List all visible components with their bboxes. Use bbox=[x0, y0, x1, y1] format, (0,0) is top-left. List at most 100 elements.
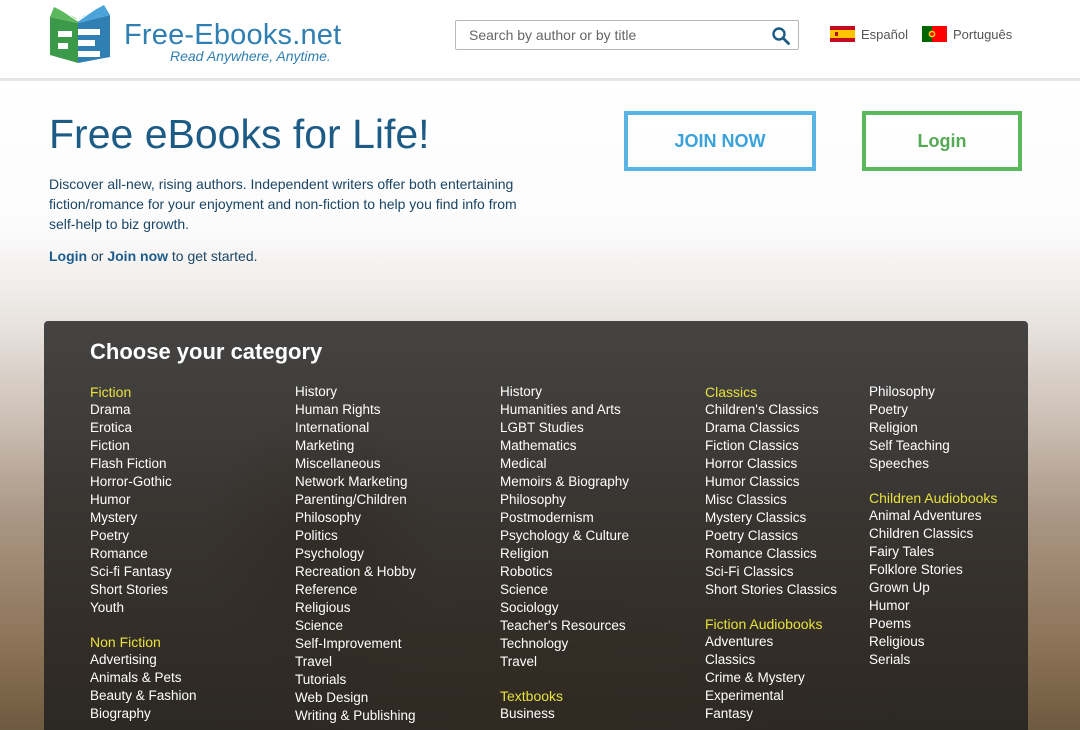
category-link[interactable]: Horror Classics bbox=[705, 455, 837, 473]
category-link[interactable]: Romance Classics bbox=[705, 545, 837, 563]
category-link[interactable]: Fairy Tales bbox=[869, 543, 997, 561]
category-link[interactable]: International bbox=[295, 419, 416, 437]
category-link[interactable]: Children Classics bbox=[869, 525, 997, 543]
category-link[interactable]: Poetry bbox=[90, 527, 197, 545]
category-link[interactable]: History bbox=[295, 383, 416, 401]
category-link[interactable]: Travel bbox=[295, 653, 416, 671]
language-portuguese-link[interactable]: Português bbox=[922, 26, 1012, 42]
category-panel-title: Choose your category bbox=[90, 339, 323, 364]
category-link[interactable]: History bbox=[500, 383, 629, 401]
category-link[interactable]: Religion bbox=[500, 545, 629, 563]
category-link[interactable]: Youth bbox=[90, 599, 197, 617]
category-link[interactable]: Children's Classics bbox=[705, 401, 837, 419]
category-link[interactable]: Biography bbox=[90, 705, 197, 723]
category-link[interactable]: Teacher's Resources bbox=[500, 617, 629, 635]
category-link[interactable]: Religious bbox=[869, 633, 997, 651]
category-link[interactable]: LGBT Studies bbox=[500, 419, 629, 437]
category-link[interactable]: Crime & Mystery bbox=[705, 669, 837, 687]
category-link[interactable]: Tutorials bbox=[295, 671, 416, 689]
category-link[interactable]: Adventures bbox=[705, 633, 837, 651]
category-link[interactable]: Psychology bbox=[295, 545, 416, 563]
category-group-heading[interactable]: Non Fiction bbox=[90, 633, 197, 651]
category-group-heading[interactable]: Children Audiobooks bbox=[869, 489, 997, 507]
site-header: Free-Ebooks.net Read Anywhere, Anytime. … bbox=[0, 0, 1080, 81]
category-link[interactable]: Mathematics bbox=[500, 437, 629, 455]
category-link[interactable]: Medical bbox=[500, 455, 629, 473]
category-link[interactable]: Animals & Pets bbox=[90, 669, 197, 687]
category-link[interactable]: Memoirs & Biography bbox=[500, 473, 629, 491]
search-icon[interactable] bbox=[772, 27, 790, 45]
category-link[interactable]: Misc Classics bbox=[705, 491, 837, 509]
category-link[interactable]: Horror-Gothic bbox=[90, 473, 197, 491]
category-link[interactable]: Fiction Classics bbox=[705, 437, 837, 455]
category-link[interactable]: Sci-fi Fantasy bbox=[90, 563, 197, 581]
category-link[interactable]: Humanities and Arts bbox=[500, 401, 629, 419]
category-link[interactable]: Web Design bbox=[295, 689, 416, 707]
category-group-heading[interactable]: Fiction bbox=[90, 383, 197, 401]
category-link[interactable]: Recreation & Hobby bbox=[295, 563, 416, 581]
category-link[interactable]: Fantasy bbox=[705, 705, 837, 723]
category-link[interactable]: Advertising bbox=[90, 651, 197, 669]
category-link[interactable]: Philosophy bbox=[869, 383, 997, 401]
category-link[interactable]: Psychology & Culture bbox=[500, 527, 629, 545]
category-link[interactable]: Miscellaneous bbox=[295, 455, 416, 473]
category-link[interactable]: Postmodernism bbox=[500, 509, 629, 527]
category-link[interactable]: Business bbox=[500, 705, 629, 723]
category-link[interactable]: Technology bbox=[500, 635, 629, 653]
login-button[interactable]: Login bbox=[862, 111, 1022, 171]
category-link[interactable]: Science bbox=[295, 617, 416, 635]
join-now-link[interactable]: Join now bbox=[107, 248, 168, 264]
category-link[interactable]: Robotics bbox=[500, 563, 629, 581]
category-group-heading[interactable]: Textbooks bbox=[500, 687, 629, 705]
logo-tagline: Read Anywhere, Anytime. bbox=[170, 48, 331, 64]
category-link[interactable]: Poetry bbox=[869, 401, 997, 419]
category-group-heading[interactable]: Classics bbox=[705, 383, 837, 401]
language-spanish-link[interactable]: Español bbox=[830, 26, 908, 42]
login-link[interactable]: Login bbox=[49, 248, 87, 264]
search-input[interactable] bbox=[456, 21, 769, 49]
category-link[interactable]: Humor bbox=[90, 491, 197, 509]
join-now-button[interactable]: JOIN NOW bbox=[624, 111, 816, 171]
category-link[interactable]: Drama bbox=[90, 401, 197, 419]
category-link[interactable]: Short Stories Classics bbox=[705, 581, 837, 599]
category-link[interactable]: Marketing bbox=[295, 437, 416, 455]
category-link[interactable]: Grown Up bbox=[869, 579, 997, 597]
site-logo[interactable]: Free-Ebooks.net Read Anywhere, Anytime. bbox=[48, 5, 348, 67]
category-link[interactable]: Romance bbox=[90, 545, 197, 563]
category-link[interactable]: Humor Classics bbox=[705, 473, 837, 491]
category-link[interactable]: Self-Improvement bbox=[295, 635, 416, 653]
category-link[interactable]: Humor bbox=[869, 597, 997, 615]
category-link[interactable]: Flash Fiction bbox=[90, 455, 197, 473]
category-link[interactable]: Mystery Classics bbox=[705, 509, 837, 527]
category-link[interactable]: Beauty & Fashion bbox=[90, 687, 197, 705]
category-link[interactable]: Travel bbox=[500, 653, 629, 671]
category-link[interactable]: Religious bbox=[295, 599, 416, 617]
category-link[interactable]: Fiction bbox=[90, 437, 197, 455]
category-link[interactable]: Reference bbox=[295, 581, 416, 599]
category-link[interactable]: Self Teaching bbox=[869, 437, 997, 455]
category-link[interactable]: Philosophy bbox=[500, 491, 629, 509]
category-link[interactable]: Drama Classics bbox=[705, 419, 837, 437]
category-link[interactable]: Short Stories bbox=[90, 581, 197, 599]
category-link[interactable]: Religion bbox=[869, 419, 997, 437]
category-link[interactable]: Speeches bbox=[869, 455, 997, 473]
category-link[interactable]: Network Marketing bbox=[295, 473, 416, 491]
category-link[interactable]: Writing & Publishing bbox=[295, 707, 416, 725]
category-link[interactable]: Politics bbox=[295, 527, 416, 545]
category-link[interactable]: Mystery bbox=[90, 509, 197, 527]
category-link[interactable]: Classics bbox=[705, 651, 837, 669]
category-link[interactable]: Science bbox=[500, 581, 629, 599]
category-link[interactable]: Serials bbox=[869, 651, 997, 669]
category-link[interactable]: Poetry Classics bbox=[705, 527, 837, 545]
category-link[interactable]: Parenting/Children bbox=[295, 491, 416, 509]
category-group-heading[interactable]: Fiction Audiobooks bbox=[705, 615, 837, 633]
category-link[interactable]: Sci-Fi Classics bbox=[705, 563, 837, 581]
category-link[interactable]: Experimental bbox=[705, 687, 837, 705]
category-link[interactable]: Sociology bbox=[500, 599, 629, 617]
category-link[interactable]: Human Rights bbox=[295, 401, 416, 419]
category-link[interactable]: Animal Adventures bbox=[869, 507, 997, 525]
category-link[interactable]: Erotica bbox=[90, 419, 197, 437]
category-link[interactable]: Philosophy bbox=[295, 509, 416, 527]
category-link[interactable]: Poems bbox=[869, 615, 997, 633]
category-link[interactable]: Folklore Stories bbox=[869, 561, 997, 579]
